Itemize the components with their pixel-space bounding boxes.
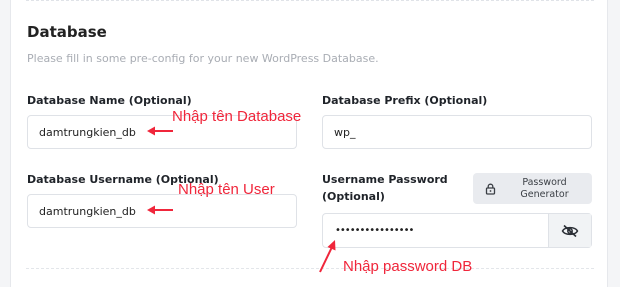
- annotation-arrow-db-username: [147, 205, 173, 215]
- bottom-divider: [26, 268, 594, 269]
- db-password-input[interactable]: ••••••••••••••••: [323, 214, 548, 247]
- section-description: Please fill in some pre-config for your …: [27, 52, 379, 65]
- annotation-db-name: Nhập tên Database: [172, 108, 302, 125]
- annotation-arrow-db-name: [147, 126, 173, 136]
- top-divider: [26, 0, 594, 1]
- db-password-field: ••••••••••••••••: [322, 213, 592, 248]
- password-generator-line2: Generator: [520, 188, 569, 200]
- db-password-label-line2: (Optional): [322, 190, 385, 203]
- db-prefix-label: Database Prefix (Optional): [322, 94, 488, 107]
- lock-icon: [483, 183, 497, 195]
- db-prefix-input[interactable]: wp_: [322, 115, 592, 149]
- password-generator-button[interactable]: Password Generator: [473, 173, 592, 204]
- annotation-db-username: Nhập tên User: [178, 181, 275, 198]
- annotation-db-password: Nhập password DB: [343, 258, 473, 275]
- db-password-label: Username Password (Optional): [322, 171, 448, 205]
- password-generator-line1: Password: [522, 176, 567, 188]
- section-title: Database: [27, 23, 107, 41]
- password-generator-label: Password Generator: [497, 177, 592, 201]
- eye-off-icon: [561, 224, 579, 237]
- annotation-arrow-db-password: [319, 240, 336, 273]
- db-name-label: Database Name (Optional): [27, 94, 192, 107]
- visibility-toggle-button[interactable]: [548, 214, 591, 247]
- db-password-label-line1: Username Password: [322, 173, 448, 186]
